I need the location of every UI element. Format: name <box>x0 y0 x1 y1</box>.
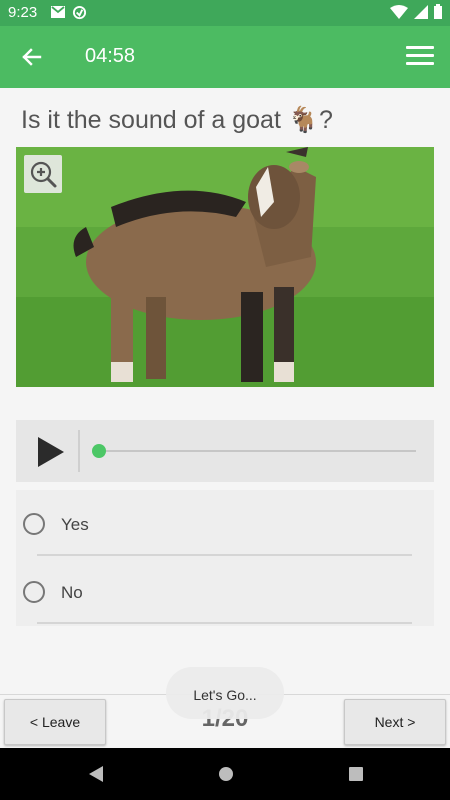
question-text: Is it the sound of a goat 🐐? <box>21 106 333 134</box>
answer-options: Yes No <box>16 490 434 626</box>
radio-button[interactable] <box>23 581 45 603</box>
back-button[interactable] <box>14 42 48 72</box>
nav-recents-icon[interactable] <box>349 767 363 781</box>
sync-icon <box>72 5 87 20</box>
system-nav-bar <box>0 748 450 800</box>
status-time: 9:23 <box>8 4 38 21</box>
option-no[interactable]: No <box>16 561 434 621</box>
play-icon <box>38 437 64 467</box>
notification-icons <box>50 5 87 20</box>
arrow-back-icon <box>22 48 42 66</box>
menu-icon-bar <box>406 62 434 65</box>
next-button[interactable]: Next > <box>344 699 446 745</box>
status-bar: 9:23 <box>0 0 450 26</box>
play-button[interactable] <box>36 435 66 469</box>
divider <box>37 622 412 624</box>
zoom-in-icon <box>30 161 57 188</box>
app-bar: 04:58 <box>0 26 450 88</box>
toast-message: Let's Go... <box>166 667 284 719</box>
option-label: No <box>61 583 83 602</box>
leave-button[interactable]: < Leave <box>4 699 106 745</box>
signal-icon <box>414 4 428 19</box>
question-image <box>16 147 434 387</box>
seek-thumb[interactable] <box>92 444 106 458</box>
zoom-button[interactable] <box>24 155 62 193</box>
system-icons <box>390 4 442 19</box>
nav-back-icon[interactable] <box>88 765 104 783</box>
wifi-icon <box>390 4 408 19</box>
option-label: Yes <box>61 515 89 534</box>
menu-icon-bar <box>406 54 434 57</box>
audio-player <box>16 420 434 482</box>
player-divider <box>78 430 80 472</box>
seek-track[interactable] <box>96 450 416 452</box>
divider <box>37 554 412 556</box>
radio-button[interactable] <box>23 513 45 535</box>
goat-photo <box>16 147 434 387</box>
nav-home-icon[interactable] <box>219 767 233 781</box>
gmail-icon <box>51 6 65 18</box>
countdown-timer: 04:58 <box>85 45 136 67</box>
option-yes[interactable]: Yes <box>16 493 434 553</box>
menu-button[interactable] <box>406 46 434 68</box>
menu-icon-bar <box>406 46 434 49</box>
battery-icon <box>434 4 442 19</box>
